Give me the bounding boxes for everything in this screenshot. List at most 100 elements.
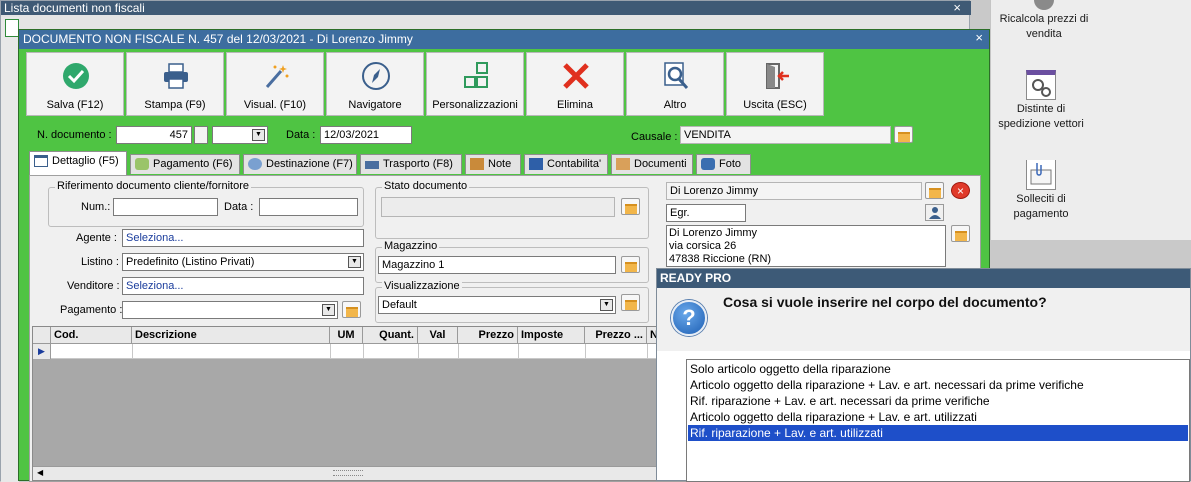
globe-icon xyxy=(248,158,262,170)
scroll-left-icon[interactable]: ◀ xyxy=(37,468,43,477)
tab-foto[interactable]: Foto xyxy=(696,154,751,174)
titolo-field[interactable]: Egr. xyxy=(666,204,746,222)
causale-folder-icon[interactable] xyxy=(894,126,913,143)
list-item[interactable]: Solo articolo oggetto della riparazione xyxy=(688,361,1188,377)
data-documento-label: Data : xyxy=(286,129,316,141)
clip-letter-icon xyxy=(1026,160,1056,190)
indirizzo-line: via corsica 26 xyxy=(669,240,737,252)
remove-cliente-icon[interactable]: × xyxy=(951,182,970,199)
question-icon: ? xyxy=(671,300,707,336)
tab-contabilita[interactable]: Contabilita' xyxy=(524,154,608,174)
delete-button[interactable]: Elimina xyxy=(526,52,624,116)
tab-dettaglio[interactable]: Dettaglio (F5) xyxy=(29,151,127,175)
horizontal-scrollbar[interactable]: ◀ xyxy=(33,466,667,480)
list-item[interactable]: Articolo oggetto della riparazione + Lav… xyxy=(688,409,1188,425)
right-actions-panel: Ricalcola prezzi di vendita Distinte di … xyxy=(990,0,1191,240)
n-documento-field[interactable]: 457 xyxy=(116,126,192,144)
col-imposte[interactable]: Imposte xyxy=(518,327,585,344)
altro-button-label: Altro xyxy=(663,99,687,111)
save-button-label: Salva (F12) xyxy=(46,99,104,111)
tab-pagamento-label: Pagamento (F6) xyxy=(153,158,233,170)
list-item[interactable]: Articolo oggetto della riparazione + Lav… xyxy=(688,377,1188,393)
visual-button[interactable]: Visual. (F10) xyxy=(226,52,324,116)
tab-note[interactable]: Note xyxy=(465,154,521,174)
magazzino-title: Magazzino xyxy=(382,240,440,252)
rif-data-field[interactable] xyxy=(259,198,358,216)
grid-divider xyxy=(518,344,519,359)
n-documento-suffix-field[interactable] xyxy=(194,126,208,144)
tab-documenti[interactable]: Documenti xyxy=(611,154,693,174)
magazzino-folder-icon[interactable] xyxy=(621,256,640,273)
delete-button-label: Elimina xyxy=(556,99,594,111)
visual-button-label: Visual. (F10) xyxy=(243,99,307,111)
gear-icon xyxy=(1034,0,1054,10)
tab-foto-label: Foto xyxy=(719,158,742,170)
visualizzazione-select[interactable]: Default ▼ xyxy=(378,296,616,314)
venditore-field[interactable]: Seleziona... xyxy=(122,277,364,295)
printer-icon xyxy=(164,63,188,89)
col-prezzo[interactable]: Prezzo xyxy=(458,327,518,344)
pagamento-folder-icon[interactable] xyxy=(342,301,361,318)
col-cod[interactable]: Cod. xyxy=(51,327,132,344)
insert-body-dialog: READY PRO ? Cosa si vuole inserire nel c… xyxy=(656,268,1191,482)
magnifier-icon xyxy=(664,62,689,89)
tab-trasporto[interactable]: Trasporto (F8) xyxy=(360,154,462,174)
visualizzazione-value: Default xyxy=(382,299,417,311)
print-button[interactable]: Stampa (F9) xyxy=(126,52,224,116)
col-prezzo-2[interactable]: Prezzo ... xyxy=(585,327,647,344)
exit-button[interactable]: Uscita (ESC) xyxy=(726,52,824,116)
listino-value: Predefinito (Listino Privati) xyxy=(126,256,255,268)
num-field[interactable] xyxy=(113,198,218,216)
background-close-icon[interactable]: × xyxy=(953,1,961,15)
delete-x-icon xyxy=(563,63,589,89)
chevron-down-icon: ▼ xyxy=(348,256,361,268)
grid-divider xyxy=(132,344,133,359)
magazzino-field[interactable]: Magazzino 1 xyxy=(378,256,616,274)
col-quant[interactable]: Quant. xyxy=(363,327,418,344)
riferimento-group-title: Riferimento documento cliente/fornitore xyxy=(55,180,251,192)
distinte-spedizione-action[interactable]: Distinte di spedizione vettori xyxy=(991,70,1091,132)
save-button[interactable]: Salva (F12) xyxy=(26,52,124,116)
options-list[interactable]: Solo articolo oggetto della riparazione … xyxy=(686,359,1190,482)
table-icon xyxy=(34,155,48,167)
truck-icon xyxy=(365,161,379,169)
navigator-button[interactable]: Navigatore xyxy=(326,52,424,116)
listino-label: Listino : xyxy=(81,256,119,268)
dialog-question: Cosa si vuole inserire nel corpo del doc… xyxy=(723,294,1047,310)
visualizzazione-group: Visualizzazione Default ▼ xyxy=(375,280,649,323)
ricalcola-prezzi-action[interactable]: Ricalcola prezzi di vendita xyxy=(994,0,1094,42)
num-label: Num.: xyxy=(81,201,111,213)
altro-button[interactable]: Altro xyxy=(626,52,724,116)
data-documento-field[interactable]: 12/03/2021 xyxy=(320,126,412,144)
pagamento-select[interactable]: ▼ xyxy=(122,301,338,319)
indirizzo-folder-icon[interactable] xyxy=(951,225,970,242)
serie-select[interactable]: ▼ xyxy=(212,126,268,144)
visualizzazione-folder-icon[interactable] xyxy=(621,294,640,311)
col-val[interactable]: Val xyxy=(418,327,458,344)
cliente-folder-icon[interactable] xyxy=(925,182,944,199)
grid-divider xyxy=(330,344,331,359)
agente-field[interactable]: Seleziona... xyxy=(122,229,364,247)
tab-pagamento[interactable]: Pagamento (F6) xyxy=(130,154,240,174)
righe-documento-grid[interactable]: Cod. Descrizione UM Quant. Val Prezzo Im… xyxy=(32,326,668,481)
grid-divider xyxy=(363,344,364,359)
scroll-thumb[interactable] xyxy=(333,470,363,476)
cliente-field[interactable]: Di Lorenzo Jimmy xyxy=(666,182,922,200)
contact-person-icon[interactable] xyxy=(925,204,944,221)
list-item-selected[interactable]: Rif. riparazione + Lav. e art. utilizzat… xyxy=(687,424,1189,442)
document-close-icon[interactable]: × xyxy=(975,30,983,45)
table-row[interactable]: ▶ xyxy=(33,344,667,359)
causale-field[interactable]: VENDITA xyxy=(680,126,891,144)
list-item[interactable]: Rif. riparazione + Lav. e art. necessari… xyxy=(688,393,1188,409)
stato-folder-icon[interactable] xyxy=(621,198,640,215)
magazzino-group: Magazzino Magazzino 1 xyxy=(375,240,649,283)
personalizzazioni-button[interactable]: Personalizzazioni xyxy=(426,52,524,116)
col-um[interactable]: UM xyxy=(330,327,363,344)
solleciti-pagamento-action[interactable]: Solleciti di pagamento xyxy=(991,160,1091,222)
indirizzo-box[interactable]: Di Lorenzo Jimmy via corsica 26 47838 Ri… xyxy=(666,225,946,267)
col-descrizione[interactable]: Descrizione xyxy=(132,327,330,344)
tab-destinazione[interactable]: Destinazione (F7) xyxy=(243,154,357,174)
stato-documento-field[interactable] xyxy=(381,197,615,217)
listino-select[interactable]: Predefinito (Listino Privati) ▼ xyxy=(122,253,364,271)
dialog-header-area: ? Cosa si vuole inserire nel corpo del d… xyxy=(657,288,1190,351)
